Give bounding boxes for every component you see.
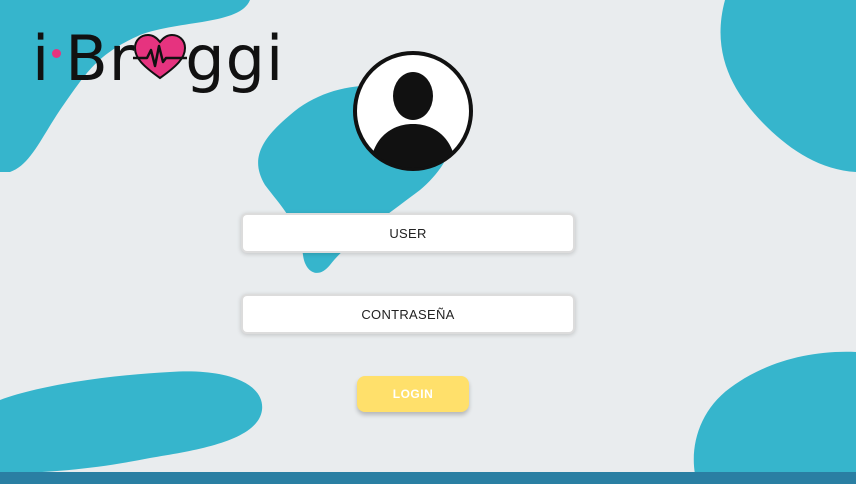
logo-text-suffix: ggi <box>185 22 285 95</box>
heart-pulse-icon <box>133 34 188 80</box>
bottom-bar <box>0 472 856 484</box>
app-logo: i Br ggi <box>32 24 284 94</box>
password-placeholder: CONTRASEÑA <box>361 306 455 322</box>
password-field[interactable]: CONTRASEÑA <box>243 296 573 332</box>
logo-text-prefix: i <box>32 22 51 95</box>
blob-bottom-right <box>693 351 856 474</box>
login-button[interactable]: LOGIN <box>357 376 469 412</box>
logo-text-middle: Br <box>65 22 136 95</box>
user-silhouette-icon <box>353 51 473 171</box>
blob-bottom-left <box>0 371 263 474</box>
login-button-label: LOGIN <box>392 387 434 401</box>
blob-top-right <box>720 0 856 172</box>
logo-dot <box>52 48 62 58</box>
username-field[interactable]: USER <box>243 215 573 251</box>
username-placeholder: USER <box>389 225 427 241</box>
